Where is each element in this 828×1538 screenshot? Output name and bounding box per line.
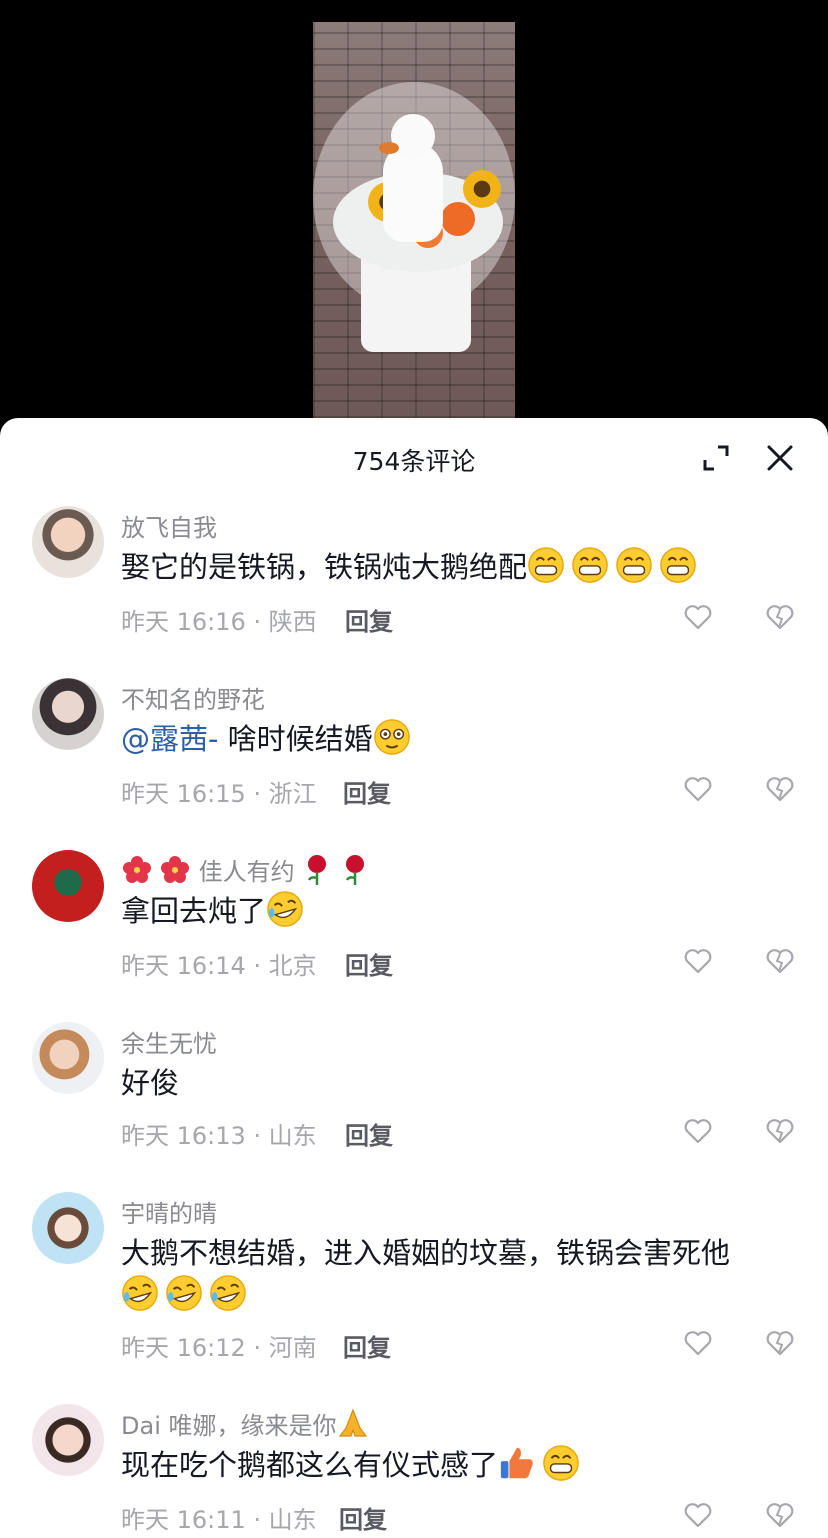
hibiscus-emoji xyxy=(153,856,191,886)
comment-text-body: 拿回去炖了 xyxy=(121,894,267,928)
avatar[interactable] xyxy=(32,1192,104,1264)
dislike-icon[interactable] xyxy=(765,946,795,976)
orange-flower xyxy=(441,202,475,236)
comment-text-body: 大鹅不想结婚，进入婚姻的坟墓，铁锅会害死他 xyxy=(121,1236,731,1270)
video-player[interactable] xyxy=(0,0,828,430)
close-icon[interactable] xyxy=(764,442,796,474)
like-icon[interactable] xyxy=(683,1328,713,1358)
pray-emoji xyxy=(336,1408,370,1440)
comment-text: 拿回去炖了 xyxy=(121,890,781,932)
comment-author[interactable]: 不知名的野花 xyxy=(121,680,265,715)
expand-icon[interactable] xyxy=(700,442,732,474)
reply-button[interactable]: 回复 xyxy=(345,946,393,981)
rofl-emoji xyxy=(121,1275,253,1312)
grin-emoji xyxy=(527,547,703,584)
reply-button[interactable]: 回复 xyxy=(339,1500,387,1535)
comment-meta: 昨天 16:12 · 河南 xyxy=(121,1334,317,1362)
rose-emoji xyxy=(332,855,370,886)
comment-text: @露茜- 啥时候结婚 xyxy=(121,718,781,760)
author-name: Dai 唯娜，缘来是你 xyxy=(121,1412,337,1440)
comment-meta: 昨天 16:11 · 山东 xyxy=(121,1506,317,1534)
comment-sheet-header: 754条评论 xyxy=(0,418,828,498)
flushed-emoji xyxy=(373,719,417,756)
reply-button[interactable]: 回复 xyxy=(345,1116,393,1151)
comment-text: 好俊 xyxy=(121,1066,180,1100)
comment-meta: 昨天 16:13 · 山东 xyxy=(121,1122,317,1150)
sunflower xyxy=(463,170,501,208)
comment-text: 现在吃个鹅都这么有仪式感了 xyxy=(121,1444,781,1486)
comment-author[interactable]: 余生无忧 xyxy=(121,1024,217,1059)
comment-meta: 昨天 16:15 · 浙江 xyxy=(121,780,317,808)
comment-text: 娶它的是铁锅，铁锅炖大鹅绝配 xyxy=(121,546,781,588)
dislike-icon[interactable] xyxy=(765,602,795,632)
like-icon[interactable] xyxy=(683,774,713,804)
dislike-icon[interactable] xyxy=(765,1500,795,1530)
avatar[interactable] xyxy=(32,850,104,922)
comment-author[interactable]: Dai 唯娜，缘来是你 xyxy=(121,1406,370,1441)
video-frame xyxy=(313,22,515,418)
avatar[interactable] xyxy=(32,1022,104,1094)
grin-emoji xyxy=(542,1445,586,1482)
rofl-emoji xyxy=(266,891,310,928)
rose-emoji xyxy=(302,855,332,886)
comment-author[interactable]: 佳人有约 xyxy=(121,852,370,887)
like-icon[interactable] xyxy=(683,1116,713,1146)
reply-button[interactable]: 回复 xyxy=(343,1328,391,1363)
dislike-icon[interactable] xyxy=(765,774,795,804)
reply-button[interactable]: 回复 xyxy=(345,602,393,637)
comment-author[interactable]: 放飞自我 xyxy=(121,508,217,543)
avatar[interactable] xyxy=(32,678,104,750)
hibiscus-emoji xyxy=(121,856,153,886)
avatar[interactable] xyxy=(32,506,104,578)
comment-text: 大鹅不想结婚，进入婚姻的坟墓，铁锅会害死他 xyxy=(121,1232,781,1316)
comment-text-body: 啥时候结婚 xyxy=(218,722,373,756)
goose-head xyxy=(391,114,435,158)
author-name: 佳人有约 xyxy=(198,858,295,886)
comment-author[interactable]: 宇晴的晴 xyxy=(121,1194,217,1229)
comment-text-body: 现在吃个鹅都这么有仪式感了 xyxy=(121,1448,499,1482)
mention-link[interactable]: @露茜- xyxy=(121,722,218,756)
like-icon[interactable] xyxy=(683,946,713,976)
goose-beak xyxy=(379,142,399,154)
comment-meta: 昨天 16:16 · 陕西 xyxy=(121,608,317,636)
like-icon[interactable] xyxy=(683,1500,713,1530)
avatar[interactable] xyxy=(32,1404,104,1476)
comment-text-body: 娶它的是铁锅，铁锅炖大鹅绝配 xyxy=(121,550,528,584)
comment-meta: 昨天 16:14 · 北京 xyxy=(121,952,317,980)
dislike-icon[interactable] xyxy=(765,1328,795,1358)
dislike-icon[interactable] xyxy=(765,1116,795,1146)
reply-button[interactable]: 回复 xyxy=(343,774,391,809)
comment-sheet: 754条评论 放飞自我 娶它的是铁锅，铁锅炖大鹅绝配 昨天 16:16 · 陕西… xyxy=(0,418,828,1538)
like-icon[interactable] xyxy=(683,602,713,632)
thumbs-up-emoji xyxy=(498,1447,542,1482)
